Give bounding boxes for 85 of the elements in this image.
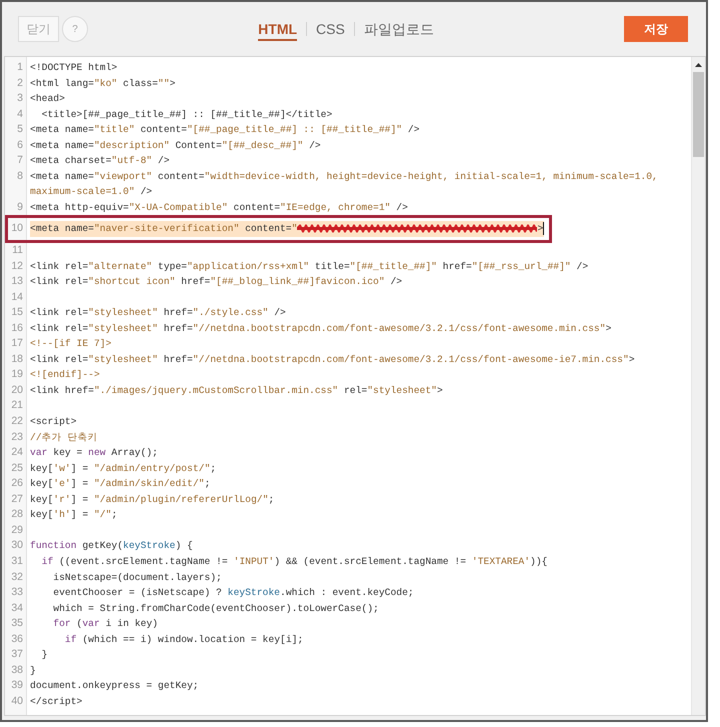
line-number: 29 — [10, 522, 24, 538]
code-line: <!DOCTYPE html> — [30, 62, 118, 73]
code-line: which = String.fromCharCode(eventChooser).toLowerCase(); — [52, 602, 379, 614]
line-number: 20 — [10, 382, 24, 398]
code-line: isNetscape=(document.layers); — [52, 572, 222, 582]
line-number: 22 — [10, 414, 24, 430]
code-line: for (var i in key) — [52, 618, 158, 630]
line-number: 14 — [10, 290, 24, 305]
line-number: 24 — [10, 445, 24, 460]
code-line: key['w'] = "/admin/entry/post/"; — [30, 462, 216, 474]
code-line: } — [30, 664, 36, 676]
line-number: 2 — [16, 76, 24, 91]
close-button[interactable]: 닫기 — [18, 16, 59, 42]
code-line: <link rel="shortcut icon" href="[##_blog_link_##]favicon.ico" /> — [30, 276, 402, 288]
code-line: key['r'] = "/admin/plugin/refererUrlLog/"; — [30, 494, 274, 505]
scrollbar[interactable] — [691, 57, 705, 715]
line-number: 1 — [16, 60, 24, 75]
code-line: <!--[if IE 7]> — [30, 338, 112, 350]
line-number: 25 — [10, 460, 24, 476]
line-number: 28 — [10, 507, 24, 522]
code-line: <script> — [30, 416, 77, 428]
code-line: if ((event.srcElement.tagName != 'INPUT') && (event.srcElement.tagName != 'TEXTAREA')){ — [40, 556, 548, 567]
line-number: 31 — [10, 554, 24, 569]
code-line: <![endif]--> — [30, 369, 100, 380]
code-line: key['e'] = "/admin/skin/edit/"; — [30, 478, 210, 490]
line-number: 19 — [10, 367, 24, 382]
help-button[interactable]: ? — [62, 16, 88, 42]
code-line: function getKey(keyStroke) { — [30, 540, 193, 552]
line-number: 21 — [10, 398, 24, 414]
code-text: > — [537, 223, 544, 234]
line-number: 27 — [10, 492, 24, 507]
line-number: 35 — [10, 616, 24, 632]
line-number: 5 — [16, 122, 24, 138]
line-number: 4 — [16, 106, 24, 122]
code-line: <link rel="stylesheet" href="//netdna.bootstrapcdn.com/font-awesome/3.2.1/css/font-awesome.min.css"> — [30, 322, 612, 334]
line-number: 36 — [10, 632, 24, 647]
code-line: if (which == i) window.location = key[i]; — [64, 634, 304, 645]
code-line: <meta charset="utf-8" /> — [30, 155, 170, 166]
line-number: 17 — [10, 336, 24, 352]
line-number: 18 — [10, 352, 24, 367]
line-number: 16 — [10, 320, 24, 336]
code-line: <meta name="title" content="[##_page_title_##] :: [##_title_##]" /> — [30, 124, 420, 136]
tab[interactable]: CSS — [316, 18, 345, 40]
code-line: <link href="./images/jquery.mCustomScrollbar.min.css" rel="stylesheet"> — [30, 384, 443, 396]
line-number: 34 — [10, 600, 24, 616]
code-line: //추가 단축키 — [30, 432, 98, 443]
line-number: 10 — [10, 221, 24, 236]
code-line: <head> — [30, 93, 65, 104]
code-line: } — [40, 649, 48, 660]
line-number: 12 — [10, 258, 24, 274]
line-number: 40 — [10, 694, 24, 709]
line-number: 13 — [10, 274, 24, 290]
line-number: 39 — [10, 678, 24, 694]
code-line: </script> — [30, 696, 82, 707]
code-line: eventChooser = (isNetscape) ? keyStroke.which : event.keyCode; — [52, 587, 414, 598]
code-line: <title>[##_page_title_##] :: [##_title_##]</title> — [40, 108, 332, 120]
line-number: 15 — [10, 305, 24, 320]
code-line: <meta name="description" Content="[##_desc_##]" /> — [30, 140, 321, 151]
code-line: <link rel="alternate" type="application/rss+xml" title="[##_title_##]" href="[##_rss_url_##]" /> — [30, 260, 588, 272]
code-line: key['h'] = "/"; — [30, 509, 118, 520]
code-line: <html lang="ko" class=""> — [30, 78, 176, 89]
line-number: 33 — [10, 585, 24, 600]
line-number: 38 — [10, 662, 24, 678]
code-line: <link rel="stylesheet" href="//netdna.bootstrapcdn.com/font-awesome/3.2.1/css/font-awesome-ie7.min.css"> — [30, 354, 635, 365]
save-button[interactable]: 저장 — [624, 16, 688, 42]
line-number: 32 — [10, 570, 24, 584]
line-number: 6 — [16, 138, 24, 153]
line-number: 23 — [10, 430, 24, 445]
code-line: var key = new Array(); — [30, 447, 158, 458]
code-line: <link rel="stylesheet" href="./style.css" /> — [30, 307, 286, 318]
tab[interactable]: HTML — [258, 18, 298, 40]
scrollbar-thumb[interactable] — [693, 72, 704, 157]
line-number: 26 — [10, 476, 24, 492]
tab[interactable]: 파일업로드 — [364, 18, 434, 40]
code-line: document.onkeypress = getKey; — [30, 680, 199, 692]
line-number: 9 — [16, 200, 24, 215]
line-number: 37 — [10, 647, 24, 662]
line-number: 8 — [16, 168, 24, 184]
line-number: 3 — [16, 91, 24, 106]
code-line: <meta http-equiv="X-UA-Compatible" content="IE=edge, chrome=1" /> — [30, 202, 408, 213]
line-number: 11 — [11, 243, 24, 258]
scroll-up-arrow-icon[interactable] — [695, 63, 702, 67]
line-number: 30 — [10, 538, 24, 554]
line-number: 7 — [16, 153, 24, 168]
code-line: <meta name="naver-site-verification" content=" — [30, 223, 298, 234]
